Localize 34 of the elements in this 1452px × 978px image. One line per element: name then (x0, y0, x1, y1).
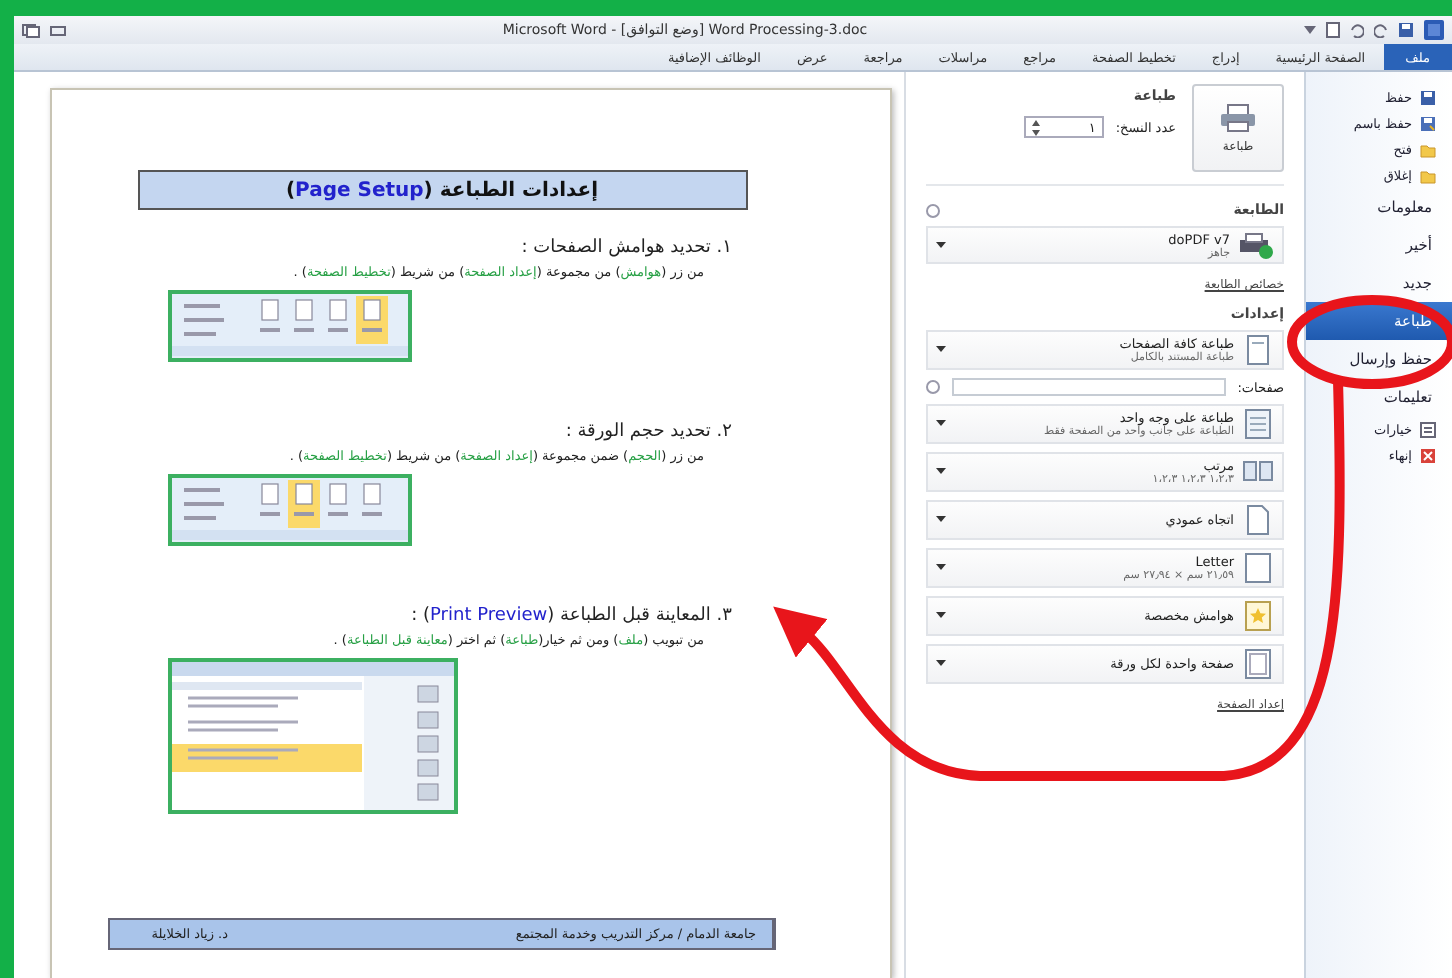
info-icon[interactable] (926, 203, 940, 217)
section-heading: ١. تحديد هوامش الصفحات : (519, 238, 732, 258)
dropdown-arrow-icon[interactable] (936, 564, 946, 572)
star-page-icon (1242, 600, 1274, 632)
framed-page-icon (1242, 648, 1274, 680)
text-lines-icon (182, 304, 226, 336)
page-icon (1242, 334, 1274, 366)
printer-icon (1220, 103, 1256, 131)
close-icon (1420, 447, 1436, 463)
save-icon[interactable] (1398, 22, 1414, 38)
redo-icon[interactable] (1374, 23, 1388, 37)
dropdown-arrow-icon[interactable] (936, 241, 946, 249)
customize-icon[interactable] (1304, 24, 1316, 36)
print-preview-icon[interactable] (1326, 22, 1340, 38)
document-icon (1242, 408, 1274, 440)
undo-icon[interactable] (1350, 23, 1364, 37)
pages-field[interactable] (952, 378, 1226, 396)
printer-icon (1238, 231, 1274, 259)
settings-icon (1420, 421, 1436, 437)
dropdown-arrow-icon[interactable] (936, 420, 946, 428)
save-as-icon (1420, 115, 1436, 131)
section-heading: ٢. تحديد حجم الورقة : (563, 422, 732, 442)
paper-icon (1242, 552, 1274, 584)
info-icon[interactable] (926, 380, 940, 394)
dropdown-arrow-icon[interactable] (936, 346, 946, 354)
portrait-page-icon (1242, 504, 1274, 536)
save-icon (1420, 89, 1436, 105)
minimize-icon[interactable] (50, 25, 66, 35)
text-lines-icon (182, 488, 226, 520)
dropdown-arrow-icon[interactable] (936, 660, 946, 668)
dropdown-arrow-icon[interactable] (936, 516, 946, 524)
dropdown-arrow-icon[interactable] (936, 468, 946, 476)
dropdown-arrow-icon[interactable] (936, 612, 946, 620)
restore-icon[interactable] (22, 23, 40, 37)
